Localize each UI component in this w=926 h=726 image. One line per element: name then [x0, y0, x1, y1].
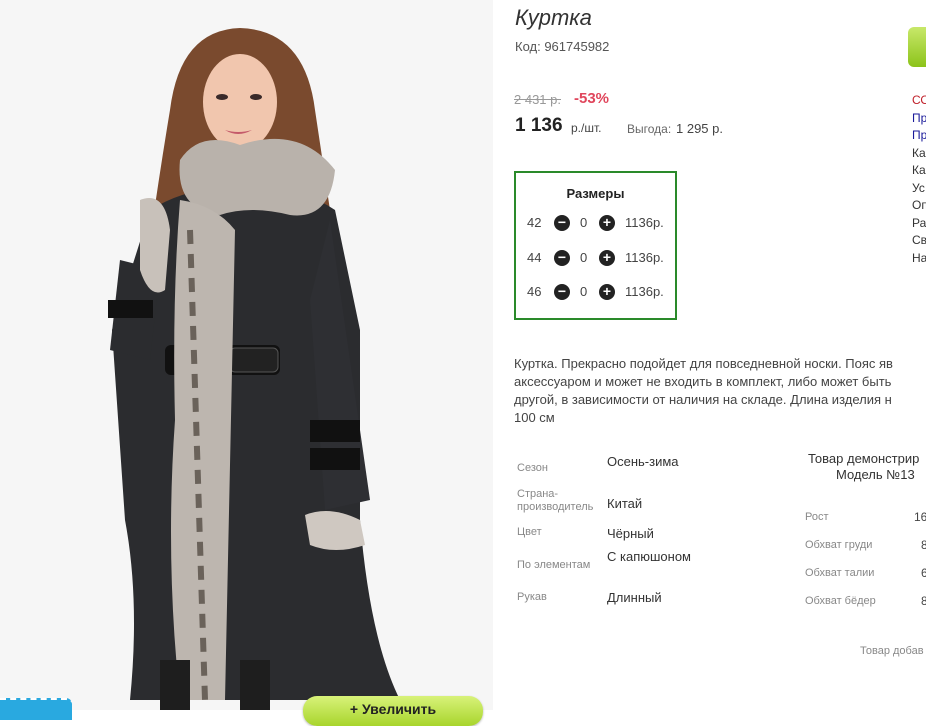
old-price: 2 431 р. [514, 92, 561, 107]
model-title-line: Товар демонстрир [808, 451, 920, 466]
coat-illustration [0, 0, 493, 710]
quantity-value: 0 [580, 250, 588, 265]
description-line: аксессуаром и может не входить в комплек… [514, 374, 892, 389]
plus-circle-icon[interactable]: + [599, 284, 615, 300]
plus-circle-icon[interactable]: + [599, 215, 615, 231]
description-line: Куртка. Прекрасно подойдет для повседнев… [514, 356, 893, 371]
added-note: Товар добав [860, 645, 924, 657]
attribute-key: Страна-производитель [517, 488, 594, 513]
minus-circle-icon[interactable]: − [554, 215, 570, 231]
quantity-value: 0 [580, 284, 588, 299]
sizes-panel: Размеры 42 − 0 + 1136р. 44 − 0 + 1136р. … [514, 171, 677, 320]
right-menu-item[interactable]: Пр [912, 110, 926, 128]
attribute-key: Цвет [517, 526, 542, 538]
size-value: 46 [527, 284, 542, 299]
right-menu-item[interactable]: Ус [912, 180, 926, 198]
product-description: Куртка. Прекрасно подойдет для повседнев… [514, 355, 926, 427]
size-value: 44 [527, 250, 542, 265]
right-menu-item[interactable]: Ра [912, 215, 926, 233]
attribute-key: По элементам [517, 559, 591, 571]
product-code: Код: 961745982 [515, 39, 610, 54]
right-menu-item[interactable]: На [912, 250, 926, 268]
description-line: другой, в зависимости от наличия на скла… [514, 392, 892, 407]
model-title: Товар демонстрир Модель №13 [808, 451, 919, 483]
model-param-key: Обхват талии [805, 567, 875, 579]
model-param-value: 6 [921, 566, 926, 580]
right-menu-item[interactable]: СО [912, 92, 926, 110]
size-value: 42 [527, 215, 542, 230]
size-price: 1136р. [625, 250, 664, 265]
right-menu-item[interactable]: Оп [912, 197, 926, 215]
model-param-value: 16 [914, 510, 926, 524]
price-unit: р./шт. [571, 121, 602, 135]
model-param-key: Обхват груди [805, 539, 873, 551]
attribute-value: Осень-зима [607, 454, 679, 469]
size-price: 1136р. [625, 215, 664, 230]
add-to-cart-button[interactable] [908, 27, 926, 67]
minus-circle-icon[interactable]: − [554, 284, 570, 300]
description-line: 100 см [514, 410, 555, 425]
plus-circle-icon[interactable]: + [599, 250, 615, 266]
current-price: 1 136 [515, 115, 563, 136]
model-param-value: 8 [921, 594, 926, 608]
model-title-line: Модель №13 [836, 467, 915, 482]
attribute-value: Длинный [607, 590, 662, 605]
right-menu-item[interactable]: Ка [912, 162, 926, 180]
discount-badge: -53% [574, 90, 610, 107]
benefit-value: 1 295 р. [676, 121, 723, 136]
sizes-title: Размеры [566, 186, 625, 201]
attribute-value: Китай [607, 496, 643, 511]
right-menu-item[interactable]: Ка [912, 145, 926, 163]
attribute-value: С капюшоном [607, 549, 691, 564]
attribute-key: Сезон [517, 462, 548, 474]
model-param-value: 8 [921, 538, 926, 552]
attribute-value: Чёрный [607, 526, 654, 541]
benefit-label: Выгода: [627, 122, 672, 136]
right-info-menu: СО Пр Пр Ка Ка Ус Оп Ра Св На [912, 92, 926, 267]
product-title: Куртка [515, 5, 592, 30]
size-price: 1136р. [625, 284, 664, 299]
right-menu-item[interactable]: Пр [912, 127, 926, 145]
right-menu-item[interactable]: Св [912, 232, 926, 250]
product-photo[interactable] [0, 0, 493, 710]
attribute-key: Рукав [517, 591, 547, 603]
model-param-key: Рост [805, 511, 829, 523]
quantity-value: 0 [580, 215, 588, 230]
zoom-button[interactable]: + Увеличить [303, 696, 483, 726]
model-param-key: Обхват бёдер [805, 595, 876, 607]
left-badge[interactable] [0, 698, 72, 720]
minus-circle-icon[interactable]: − [554, 250, 570, 266]
